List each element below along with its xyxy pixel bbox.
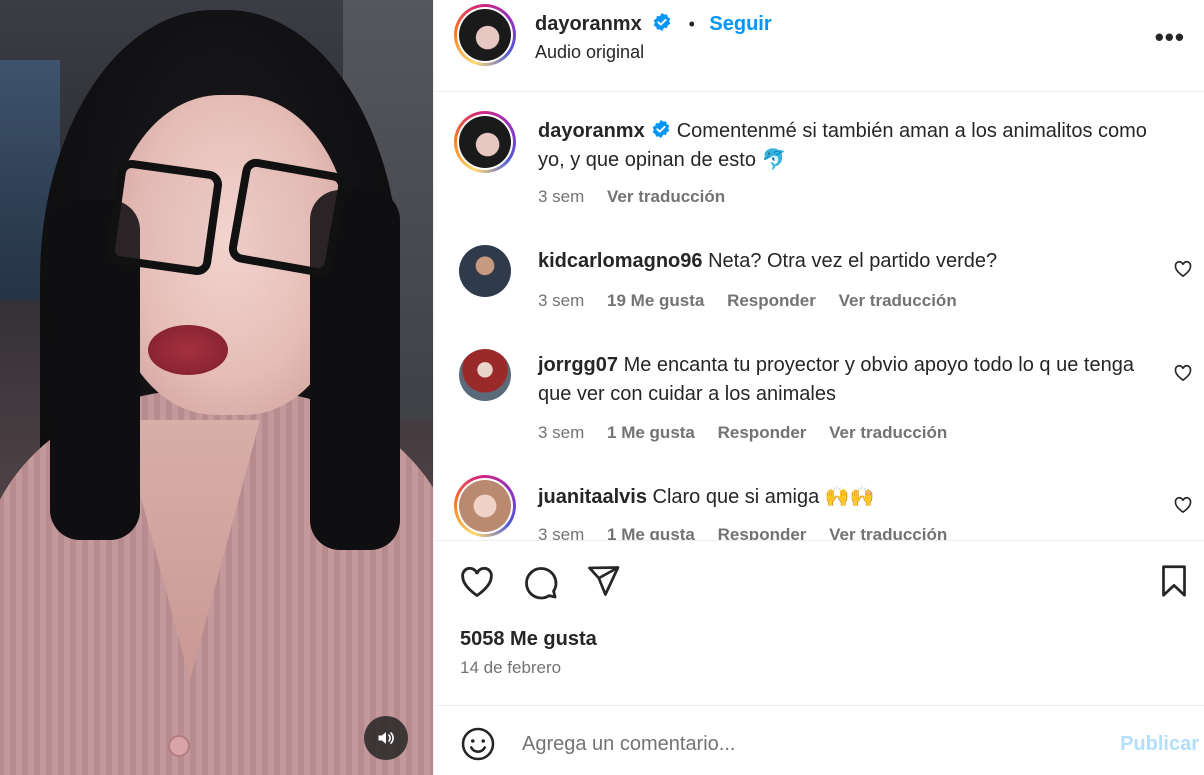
comment-likes[interactable]: 19 Me gusta [607,291,704,310]
reply-button[interactable]: Responder [718,525,807,540]
post-comment-button[interactable]: Publicar [1120,733,1199,756]
comment-time[interactable]: 3 sem [538,423,584,442]
comment-meta: 3 sem 1 Me gusta Responder Ver traducció… [538,423,965,443]
reply-button[interactable]: Responder [718,423,807,442]
comment-time[interactable]: 3 sem [538,291,584,310]
comment-composer: Agrega un comentario... Publicar [434,705,1204,775]
comment-username[interactable]: juanitaalvis [538,486,647,508]
author-username[interactable]: dayoranmx [535,13,642,35]
commenter-avatar[interactable] [459,245,511,297]
heart-icon[interactable] [1173,495,1193,515]
translate-link[interactable]: Ver traducción [829,423,947,442]
comment-input[interactable]: Agrega un comentario... [522,733,735,756]
post-video[interactable] [0,0,433,775]
caption-username[interactable]: dayoranmx [538,120,645,142]
comment-text: juanitaalvis Claro que si amiga 🙌🙌 [538,483,1148,512]
comment-body: Neta? Otra vez el partido verde? [708,250,998,272]
verified-badge-icon [652,119,669,139]
heart-icon[interactable] [1173,259,1193,279]
comment-icon[interactable] [521,563,559,601]
caption-time[interactable]: 3 sem [538,187,584,206]
mute-button[interactable] [364,716,408,760]
follow-button[interactable]: Seguir [709,13,771,35]
comment-body: Claro que si amiga 🙌🙌 [652,486,875,508]
share-icon[interactable] [585,563,621,599]
separator-dot: • [688,14,695,34]
caption-translate-link[interactable]: Ver traducción [607,187,725,206]
emoji-icon[interactable] [460,726,496,762]
verified-badge-icon [653,12,671,32]
more-options-icon[interactable]: ••• [1155,22,1185,53]
audio-label[interactable]: Audio original [535,42,644,63]
bookmark-icon[interactable] [1156,563,1192,599]
caption-avatar[interactable] [454,111,516,173]
heart-icon[interactable] [458,563,496,601]
sweater-button [168,735,190,757]
action-bar [434,541,1204,631]
video-subject-glasses-right [226,156,349,279]
commenter-avatar[interactable] [454,475,516,537]
volume-icon [378,732,394,744]
comment-username[interactable]: kidcarlomagno96 [538,250,703,272]
commenter-avatar[interactable] [459,349,511,401]
comment-meta: 3 sem 19 Me gusta Responder Ver traducci… [538,291,975,311]
caption-text: dayoranmx Comentenmé si también aman a l… [538,117,1148,175]
post-date[interactable]: 14 de febrero [460,658,561,678]
post-header: dayoranmx • Seguir Audio original ••• [434,0,1204,92]
comment-username[interactable]: jorrgg07 [538,354,618,376]
comment-meta: 3 sem 1 Me gusta Responder Ver traducció… [538,525,965,540]
comment-time[interactable]: 3 sem [538,525,584,540]
caption-meta: 3 sem Ver traducción [538,187,743,207]
comments-list[interactable]: dayoranmx Comentenmé si también aman a l… [434,93,1204,541]
heart-icon[interactable] [1173,363,1193,383]
comment-text: kidcarlomagno96 Neta? Otra vez el partid… [538,247,1148,276]
like-count[interactable]: 5058 Me gusta [460,628,597,651]
comment-likes[interactable]: 1 Me gusta [607,525,695,540]
translate-link[interactable]: Ver traducción [829,525,947,540]
author-avatar[interactable] [454,4,516,66]
comment-text: jorrgg07 Me encanta tu proyector y obvio… [538,351,1148,409]
video-subject-lips [148,325,228,375]
translate-link[interactable]: Ver traducción [839,291,957,310]
comment-likes[interactable]: 1 Me gusta [607,423,695,442]
post-details-panel: dayoranmx • Seguir Audio original ••• da… [433,0,1204,775]
comment-body: Me encanta tu proyector y obvio apoyo to… [538,354,1134,405]
reply-button[interactable]: Responder [727,291,816,310]
video-subject-glasses-left [105,158,224,277]
